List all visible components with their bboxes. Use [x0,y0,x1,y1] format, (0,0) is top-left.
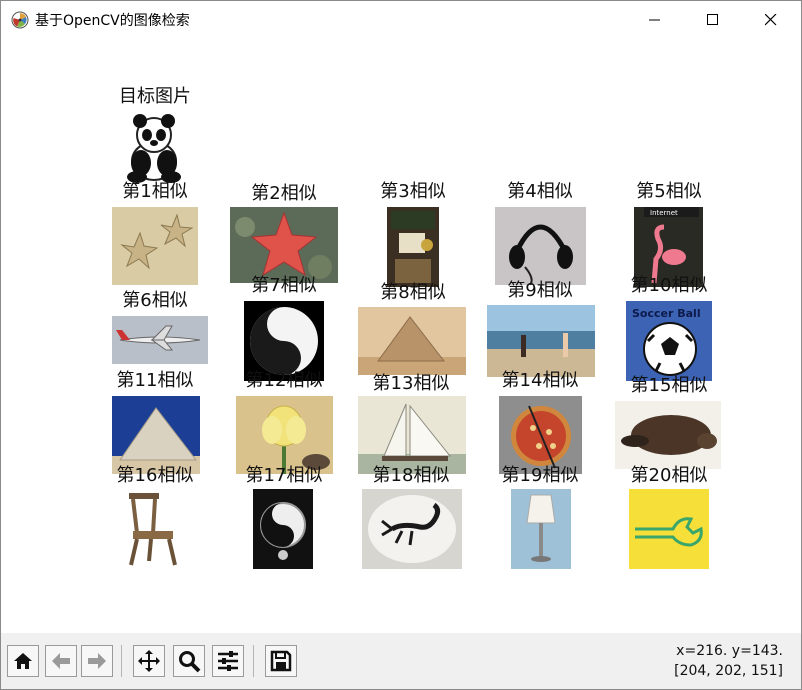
result-label-17: 第17相似 [245,465,323,486]
configure-subplots-icon [218,651,238,671]
result-label-13: 第13相似 [372,373,450,394]
cursor-readout: x=216. y=143. [204, 202, 151] [674,641,783,681]
result-label-15: 第15相似 [630,375,708,396]
result-label-19: 第19相似 [501,465,579,486]
result-label-18: 第18相似 [372,465,450,486]
save-button[interactable] [265,645,297,677]
home-icon [14,653,32,669]
result-label-4: 第4相似 [507,181,573,202]
save-icon [270,650,292,672]
result-label-12: 第12相似 [245,370,323,391]
result-label-2: 第2相似 [251,183,317,204]
toolbar-separator [121,645,122,677]
result-image-15-platypus [615,401,721,469]
pan-button[interactable] [133,645,165,677]
minimize-icon [649,19,660,21]
back-icon [52,653,70,669]
zoom-button[interactable] [173,645,205,677]
result-image-3-lamp-clock [387,207,439,287]
target-image-label: 目标图片 [119,86,191,107]
title-bar: 基于OpenCV的图像检索 [1,1,801,39]
result-image-19-table-lamp [511,489,571,569]
result-label-3: 第3相似 [380,181,446,202]
figure-canvas[interactable]: 目标图片 第1相似 第2相似 第3相似 第4相似 第5相似 Internet 第… [1,39,801,633]
result-image-4-headphones [495,207,586,285]
pan-icon [138,650,160,672]
result-label-8: 第8相似 [380,282,446,303]
result-image-20-wrench-yellow [629,489,709,569]
home-button[interactable] [7,645,39,677]
maximize-button[interactable] [684,1,742,39]
close-button[interactable] [742,1,800,39]
result-image-16-wooden-chair [123,489,185,569]
window-title: 基于OpenCV的图像检索 [35,13,190,29]
result-label-6: 第6相似 [122,290,188,311]
pixel-value: [204, 202, 151] [674,663,783,679]
result-label-20: 第20相似 [630,465,708,486]
result-image-1-starfish [112,207,198,285]
result-label-5: 第5相似 [636,181,702,202]
matplotlib-icon [11,11,29,29]
forward-icon [88,653,106,669]
result-label-14: 第14相似 [501,370,579,391]
svg-text:Soccer Ball: Soccer Ball [632,307,701,320]
result-image-17-yin-yang-pendant [253,489,313,569]
result-label-10: 第10相似 [630,275,708,296]
result-label-16: 第16相似 [116,465,194,486]
close-icon [765,14,777,26]
back-button[interactable] [45,645,77,677]
configure-subplots-button[interactable] [212,645,244,677]
result-label-1: 第1相似 [122,181,188,202]
result-label-7: 第7相似 [251,275,317,296]
minimize-button[interactable] [626,1,684,39]
svg-text:Internet: Internet [650,209,678,217]
forward-button[interactable] [81,645,113,677]
app-window: 基于OpenCV的图像检索 目标图片 第1相似 第2相似 第3相似 第4相似 第… [0,0,802,690]
maximize-icon [707,14,718,25]
result-image-6-airplane [112,316,208,364]
result-label-11: 第11相似 [116,370,194,391]
result-image-8-pyramid [358,307,466,375]
navigation-toolbar: x=216. y=143. [204, 202, 151] [1,633,801,689]
toolbar-separator [253,645,254,677]
target-image-panda [119,111,189,183]
result-image-10-soccer-ball: Soccer Ball [626,301,712,381]
cursor-coordinates: x=216. y=143. [676,643,783,659]
result-label-9: 第9相似 [507,280,573,301]
zoom-icon [179,651,201,673]
result-image-18-scorpion [362,489,462,569]
